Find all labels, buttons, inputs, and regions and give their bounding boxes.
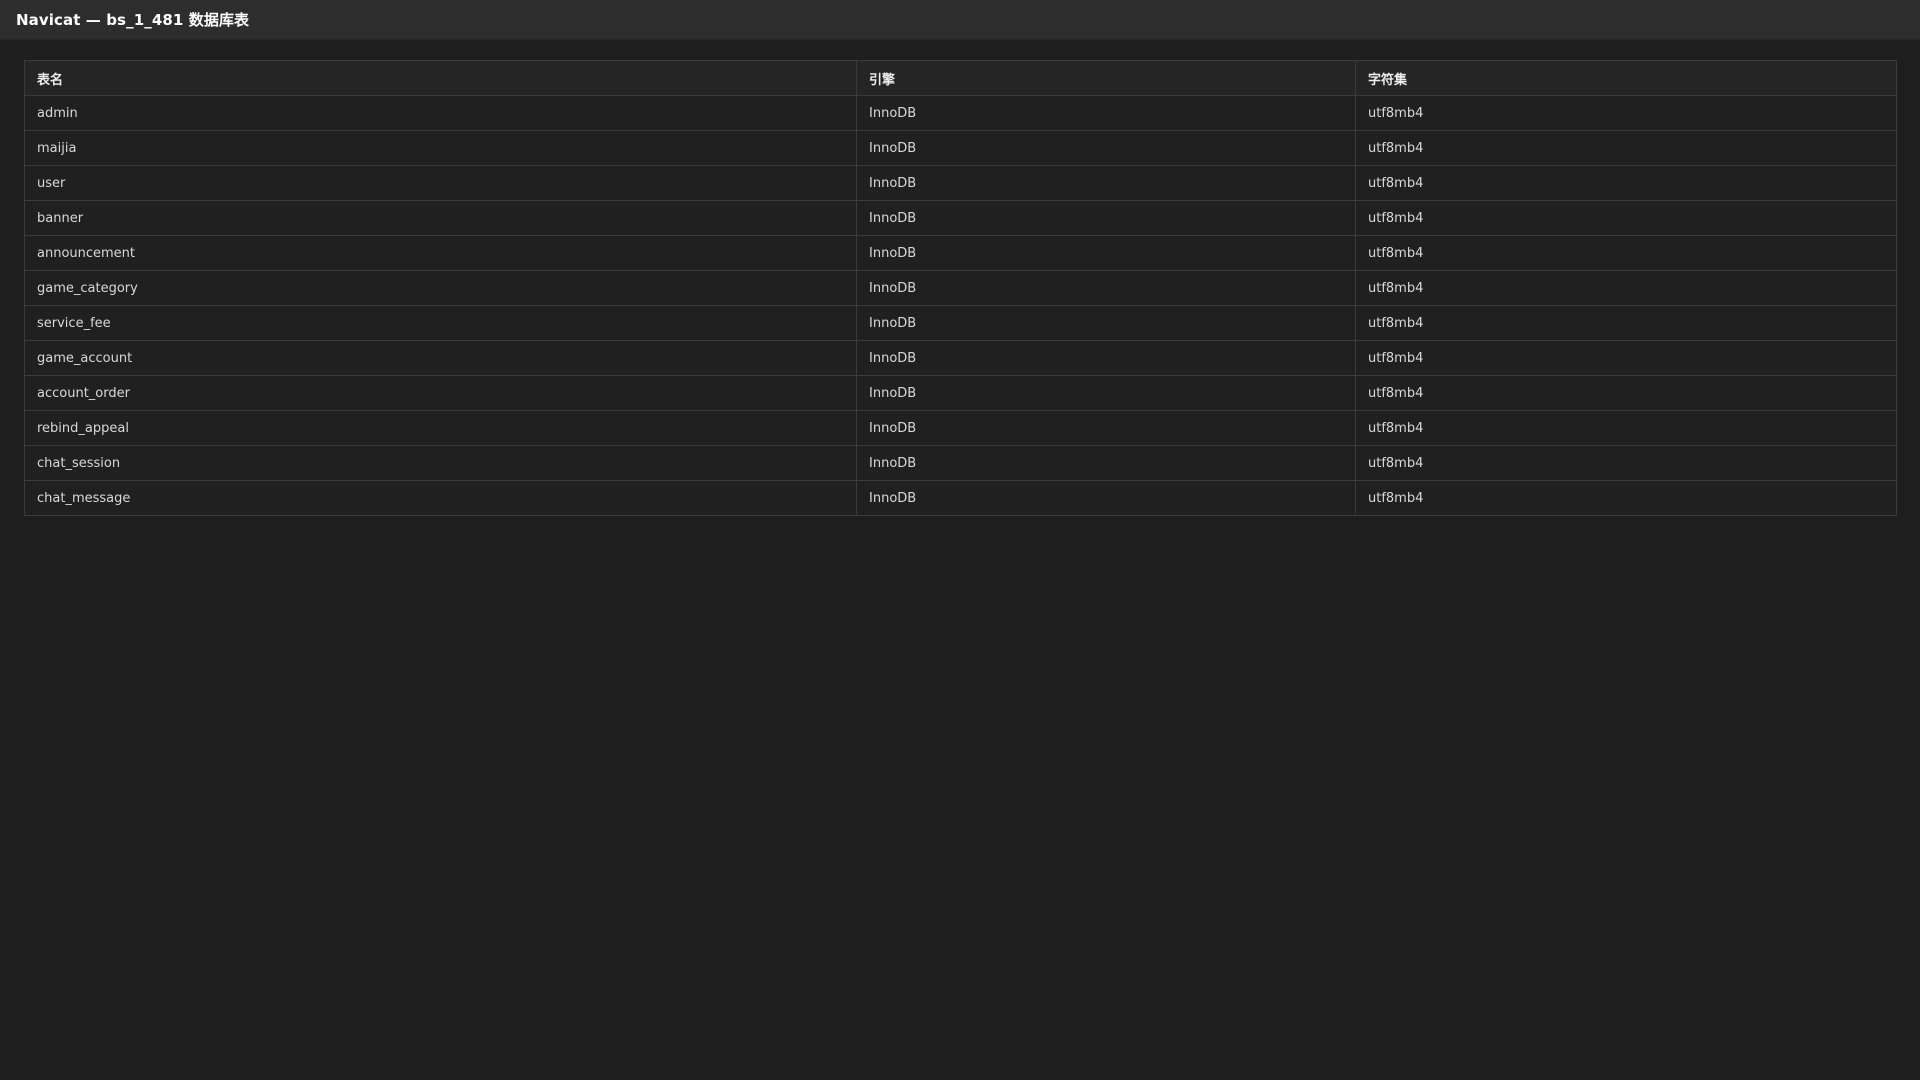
cell-engine[interactable]: InnoDB bbox=[856, 305, 1356, 341]
cell-charset[interactable]: utf8mb4 bbox=[1355, 480, 1897, 516]
main-content: 表名 引擎 字符集 admin InnoDB utf8mb4 maijia In… bbox=[0, 40, 1920, 516]
table-row[interactable]: user InnoDB utf8mb4 bbox=[24, 165, 1897, 201]
cell-engine[interactable]: InnoDB bbox=[856, 375, 1356, 411]
cell-table-name[interactable]: chat_message bbox=[24, 480, 857, 516]
cell-engine[interactable]: InnoDB bbox=[856, 95, 1356, 131]
table-row[interactable]: account_order InnoDB utf8mb4 bbox=[24, 375, 1897, 411]
table-row[interactable]: rebind_appeal InnoDB utf8mb4 bbox=[24, 410, 1897, 446]
cell-charset[interactable]: utf8mb4 bbox=[1355, 235, 1897, 271]
cell-table-name[interactable]: game_category bbox=[24, 270, 857, 306]
table-row[interactable]: announcement InnoDB utf8mb4 bbox=[24, 235, 1897, 271]
cell-table-name[interactable]: banner bbox=[24, 200, 857, 236]
column-header-engine[interactable]: 引擎 bbox=[856, 60, 1356, 96]
table-row[interactable]: admin InnoDB utf8mb4 bbox=[24, 95, 1897, 131]
table-row[interactable]: maijia InnoDB utf8mb4 bbox=[24, 130, 1897, 166]
cell-engine[interactable]: InnoDB bbox=[856, 235, 1356, 271]
cell-table-name[interactable]: account_order bbox=[24, 375, 857, 411]
cell-engine[interactable]: InnoDB bbox=[856, 340, 1356, 376]
cell-charset[interactable]: utf8mb4 bbox=[1355, 165, 1897, 201]
cell-charset[interactable]: utf8mb4 bbox=[1355, 445, 1897, 481]
cell-table-name[interactable]: maijia bbox=[24, 130, 857, 166]
cell-charset[interactable]: utf8mb4 bbox=[1355, 95, 1897, 131]
cell-engine[interactable]: InnoDB bbox=[856, 130, 1356, 166]
cell-charset[interactable]: utf8mb4 bbox=[1355, 305, 1897, 341]
cell-engine[interactable]: InnoDB bbox=[856, 270, 1356, 306]
header-row: 表名 引擎 字符集 bbox=[24, 60, 1897, 96]
window-titlebar: Navicat — bs_1_481 数据库表 bbox=[0, 0, 1920, 40]
cell-charset[interactable]: utf8mb4 bbox=[1355, 340, 1897, 376]
cell-engine[interactable]: InnoDB bbox=[856, 200, 1356, 236]
window-title: Navicat — bs_1_481 数据库表 bbox=[16, 11, 250, 29]
cell-charset[interactable]: utf8mb4 bbox=[1355, 270, 1897, 306]
database-tables-grid: 表名 引擎 字符集 admin InnoDB utf8mb4 maijia In… bbox=[24, 60, 1897, 516]
cell-table-name[interactable]: rebind_appeal bbox=[24, 410, 857, 446]
table-row[interactable]: game_account InnoDB utf8mb4 bbox=[24, 340, 1897, 376]
cell-table-name[interactable]: announcement bbox=[24, 235, 857, 271]
cell-table-name[interactable]: game_account bbox=[24, 340, 857, 376]
table-row[interactable]: chat_session InnoDB utf8mb4 bbox=[24, 445, 1897, 481]
column-header-charset[interactable]: 字符集 bbox=[1355, 60, 1897, 96]
cell-charset[interactable]: utf8mb4 bbox=[1355, 410, 1897, 446]
cell-engine[interactable]: InnoDB bbox=[856, 445, 1356, 481]
table-row[interactable]: banner InnoDB utf8mb4 bbox=[24, 200, 1897, 236]
table-row[interactable]: chat_message InnoDB utf8mb4 bbox=[24, 480, 1897, 516]
table-row[interactable]: game_category InnoDB utf8mb4 bbox=[24, 270, 1897, 306]
cell-engine[interactable]: InnoDB bbox=[856, 480, 1356, 516]
cell-engine[interactable]: InnoDB bbox=[856, 165, 1356, 201]
cell-table-name[interactable]: user bbox=[24, 165, 857, 201]
cell-charset[interactable]: utf8mb4 bbox=[1355, 375, 1897, 411]
table-row[interactable]: service_fee InnoDB utf8mb4 bbox=[24, 305, 1897, 341]
cell-table-name[interactable]: service_fee bbox=[24, 305, 857, 341]
cell-engine[interactable]: InnoDB bbox=[856, 410, 1356, 446]
column-header-table-name[interactable]: 表名 bbox=[24, 60, 857, 96]
cell-table-name[interactable]: chat_session bbox=[24, 445, 857, 481]
cell-table-name[interactable]: admin bbox=[24, 95, 857, 131]
cell-charset[interactable]: utf8mb4 bbox=[1355, 130, 1897, 166]
cell-charset[interactable]: utf8mb4 bbox=[1355, 200, 1897, 236]
